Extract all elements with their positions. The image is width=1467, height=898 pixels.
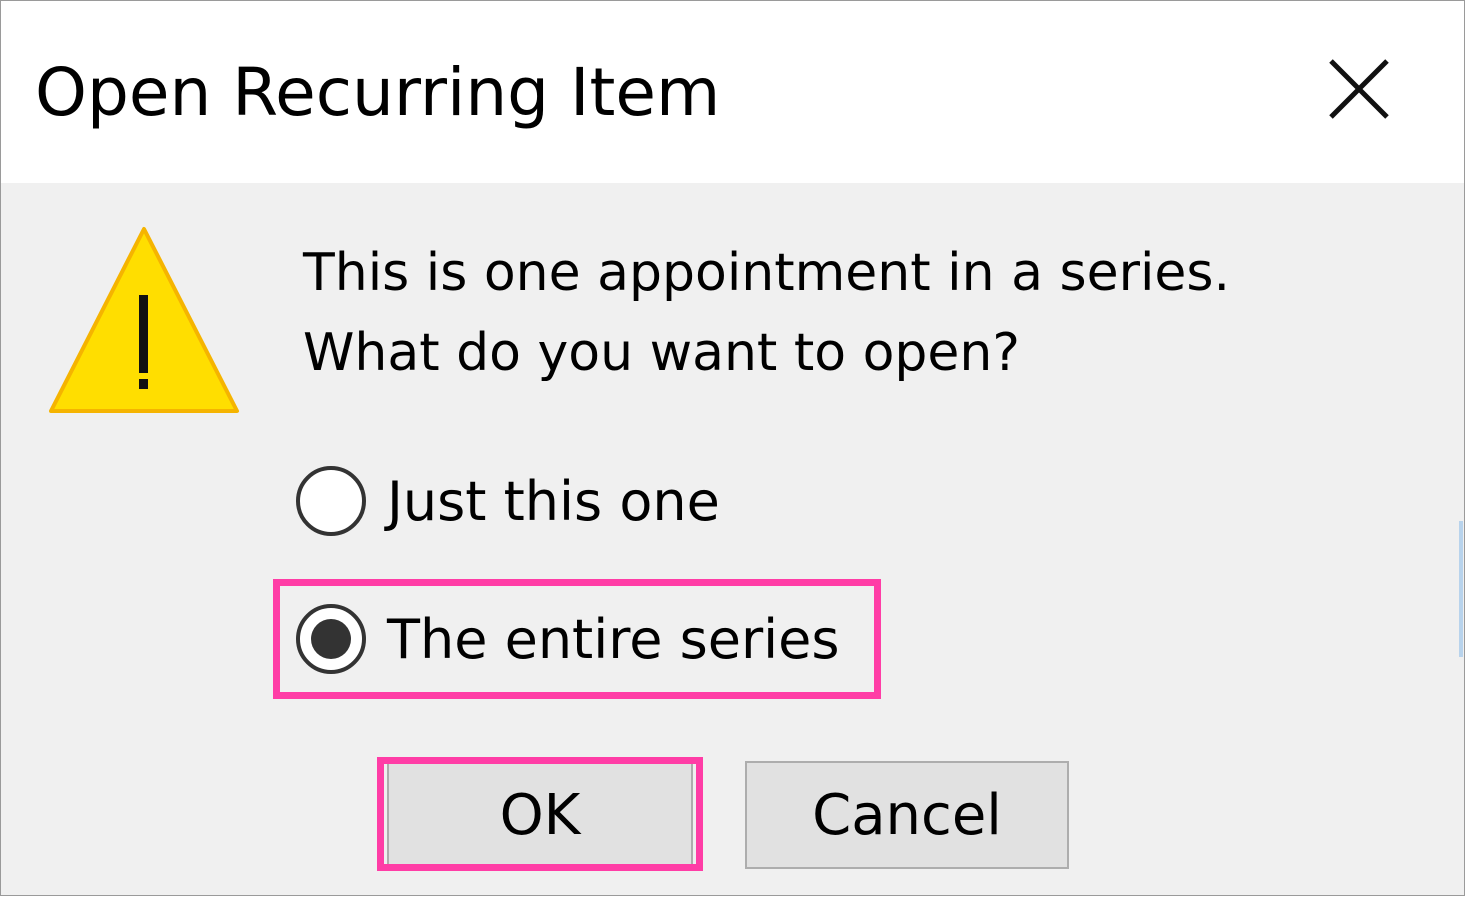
open-recurring-item-dialog: Open Recurring Item This is one appointm… <box>0 0 1465 896</box>
close-button[interactable] <box>1317 53 1401 127</box>
dialog-title: Open Recurring Item <box>35 54 721 131</box>
cancel-button[interactable]: Cancel <box>745 761 1069 869</box>
highlight-box-entire-series <box>273 579 881 699</box>
background-window-edge <box>1459 521 1463 657</box>
message-line-1: This is one appointment in a series. <box>303 243 1231 303</box>
message-line-2: What do you want to open? <box>303 323 1020 383</box>
radio-option-just-this-one[interactable]: Just this one <box>295 461 720 541</box>
warning-triangle-icon <box>49 227 239 413</box>
dialog-message: This is one appointment in a series. Wha… <box>303 233 1230 393</box>
radio-button-unselected-icon[interactable] <box>295 465 367 537</box>
close-icon <box>1329 59 1389 119</box>
title-bar: Open Recurring Item <box>1 1 1464 183</box>
highlight-box-ok-button <box>377 757 703 871</box>
radio-label-just-this-one: Just this one <box>387 469 720 533</box>
